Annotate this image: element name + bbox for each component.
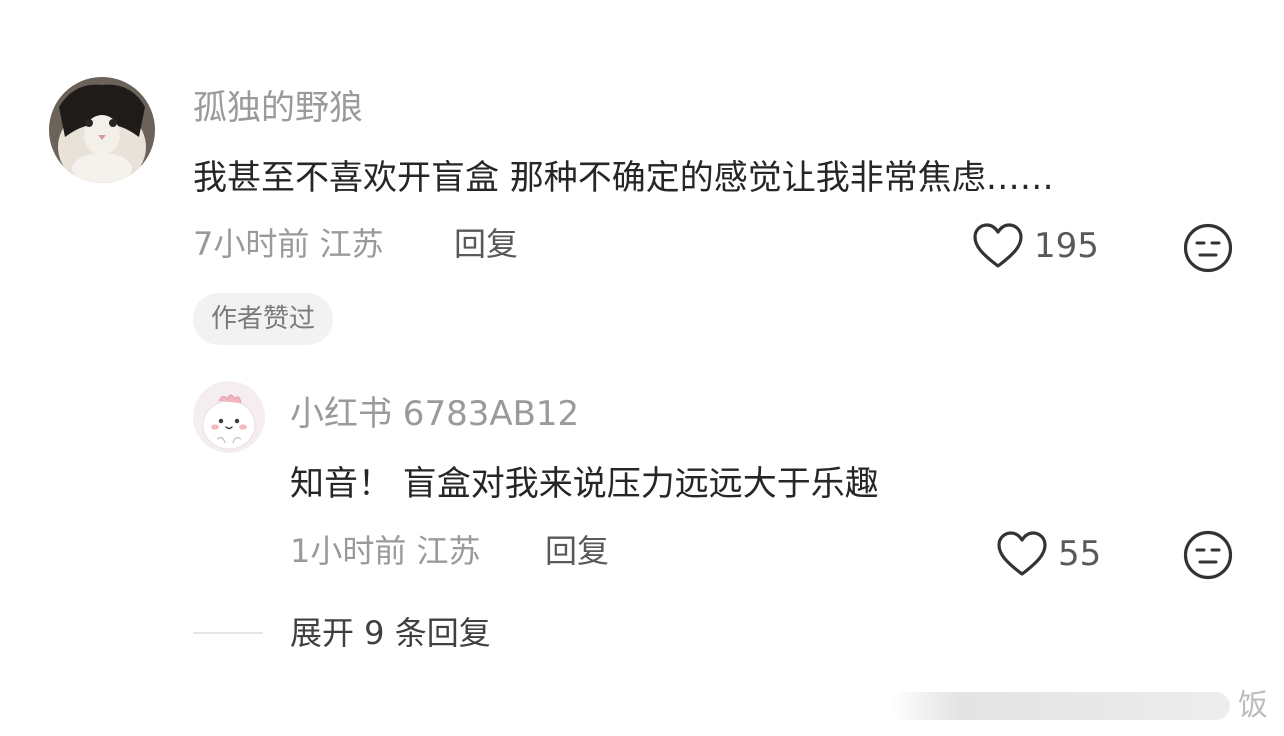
reply-username[interactable]: 小红书 6783AB12 (290, 394, 579, 434)
watermark: 饭 (870, 684, 1284, 736)
neutral-face-icon (1183, 530, 1233, 580)
dino-avatar-image (193, 381, 265, 453)
neutral-face-icon (1183, 223, 1233, 273)
comment-time-location: 7小时前 江苏 (193, 225, 384, 263)
comment-username[interactable]: 孤独的野狼 (193, 88, 363, 128)
reply-like-button[interactable]: 55 (996, 530, 1101, 578)
reply-like-count: 55 (1058, 534, 1102, 574)
heart-outline-icon (997, 531, 1047, 576)
expand-divider (193, 632, 263, 634)
watermark-text: 饭 (1238, 688, 1268, 723)
author-liked-badge: 作者赞过 (193, 293, 334, 345)
comment-reply-button[interactable]: 回复 (454, 224, 518, 264)
reply-emoji-button[interactable] (1182, 529, 1234, 581)
comment-thread: 孤独的野狼 我甚至不喜欢开盲盒 那种不确定的感觉让我非常焦虑…… 7小时前 江苏… (0, 0, 1284, 736)
comment-like-button[interactable]: 195 (972, 222, 1099, 270)
reply-reply-button[interactable]: 回复 (545, 531, 609, 571)
expand-replies-button[interactable]: 展开 9 条回复 (290, 613, 491, 653)
reply-time-location: 1小时前 江苏 (290, 532, 481, 570)
reply-user-avatar[interactable] (193, 381, 265, 453)
heart-outline-icon (973, 223, 1023, 268)
user-avatar[interactable] (49, 77, 155, 183)
comment-like-count: 195 (1034, 226, 1099, 266)
comment-emoji-button[interactable] (1182, 222, 1234, 274)
reply-text: 知音！ 盲盒对我来说压力远远大于乐趣 (290, 464, 879, 504)
cat-avatar-image (49, 77, 155, 183)
comment-text: 我甚至不喜欢开盲盒 那种不确定的感觉让我非常焦虑…… (193, 158, 1054, 198)
watermark-blur (890, 692, 1230, 720)
